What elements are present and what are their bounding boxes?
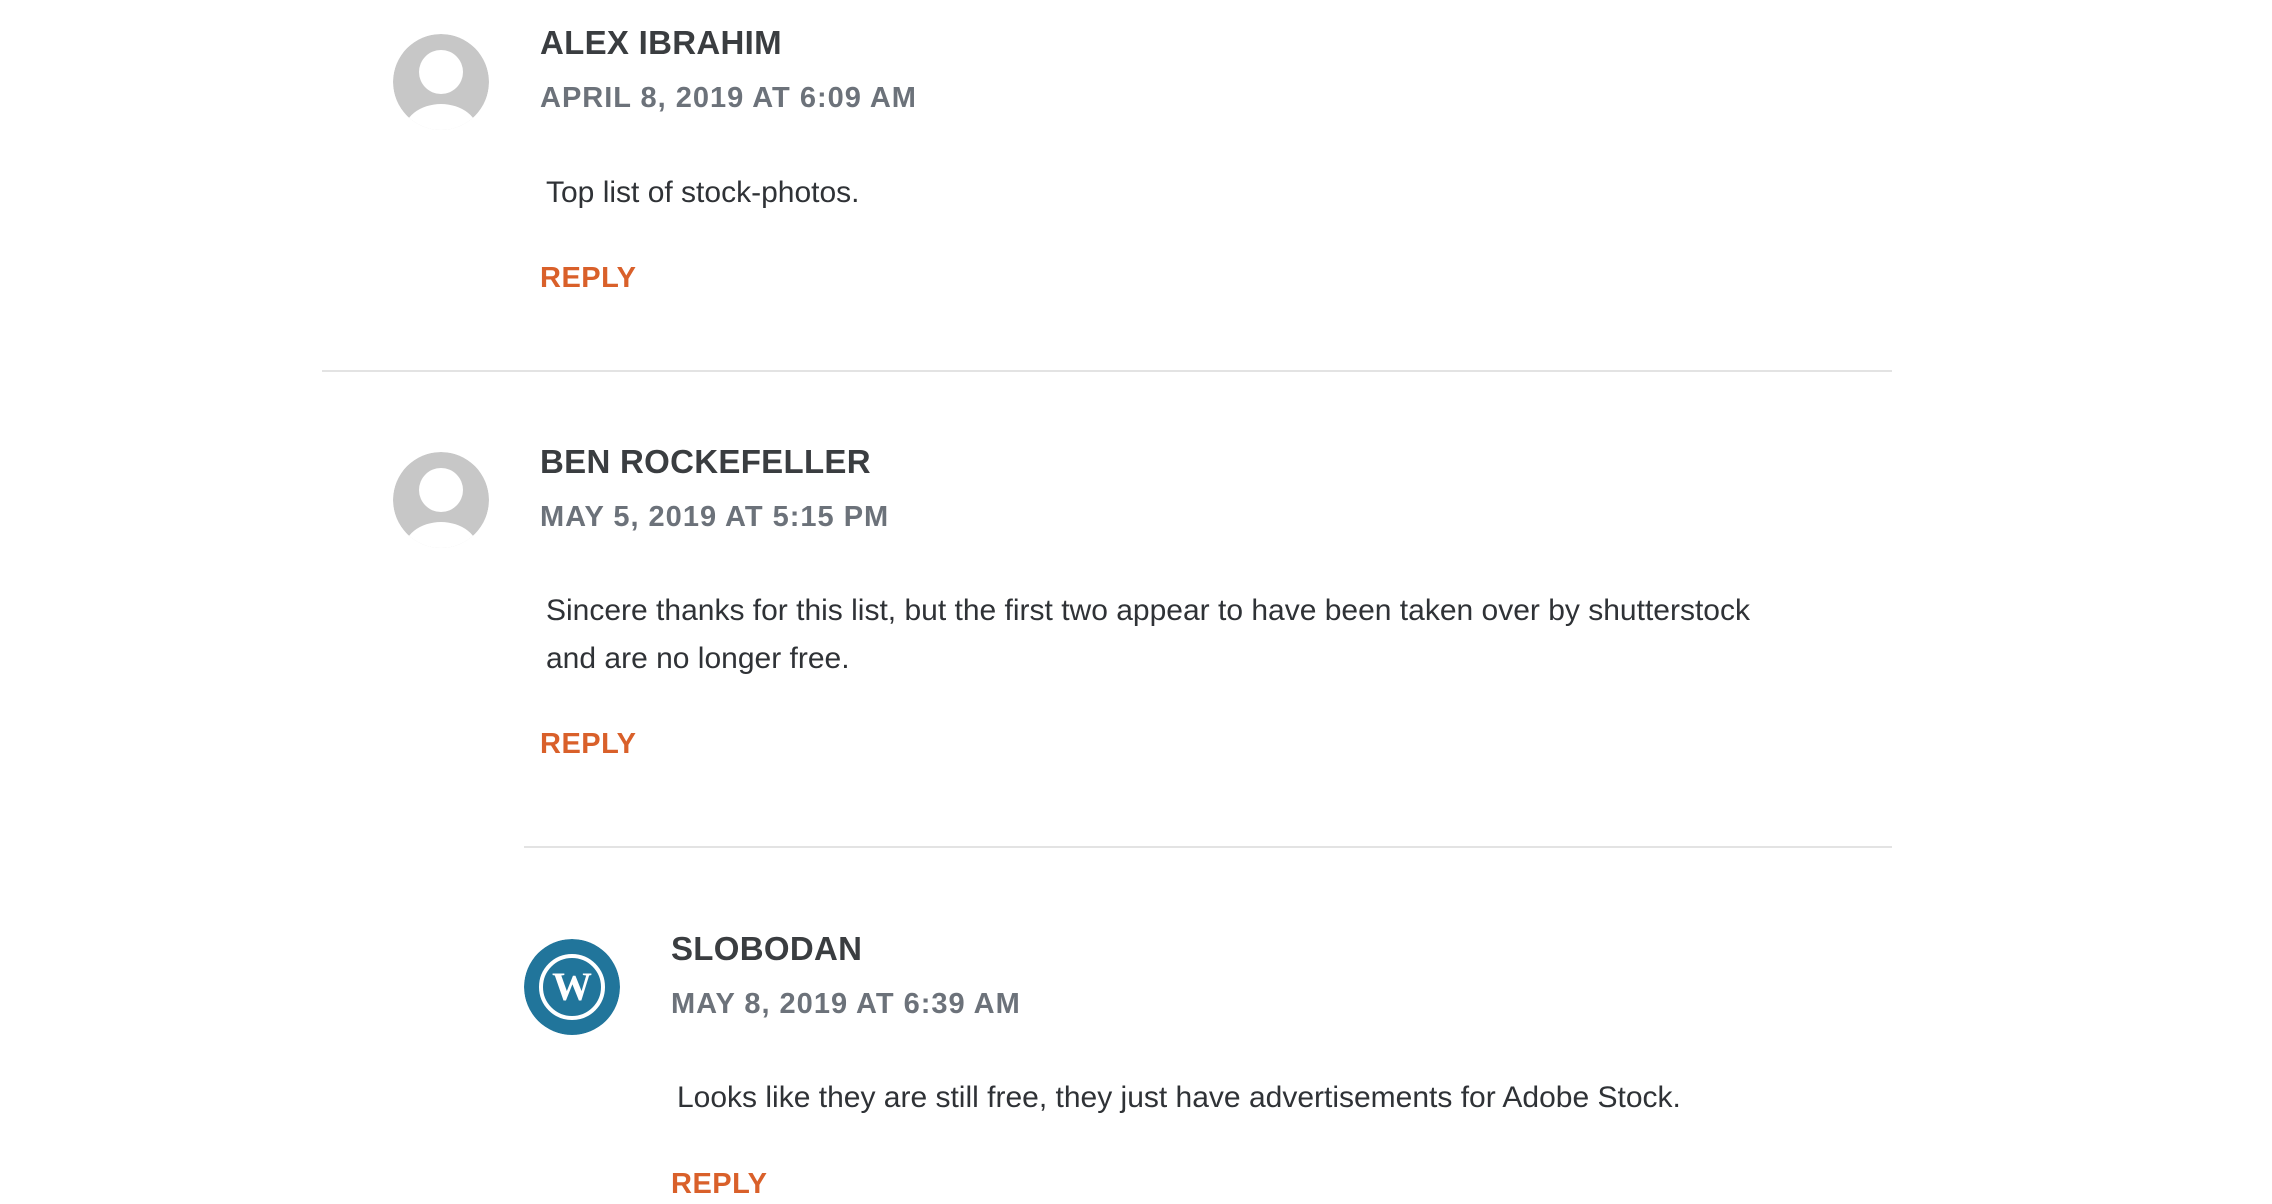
comment-date[interactable]: APRIL 8, 2019 AT 6:09 AM (540, 82, 917, 115)
comment-author[interactable]: SLOBODAN (671, 930, 862, 968)
reply-button[interactable]: REPLY (540, 728, 637, 761)
comment-author[interactable]: BEN ROCKEFELLER (540, 443, 871, 481)
comment-date[interactable]: MAY 5, 2019 AT 5:15 PM (540, 501, 889, 534)
comment-author[interactable]: ALEX IBRAHIM (540, 24, 782, 62)
comment-text: Looks like they are still free, they jus… (677, 1081, 1681, 1114)
default-avatar-icon (393, 34, 489, 130)
reply-button[interactable]: REPLY (540, 262, 637, 295)
comment-text: Top list of stock-photos. (546, 176, 860, 209)
comment-date[interactable]: MAY 8, 2019 AT 6:39 AM (671, 988, 1021, 1021)
comment-divider (524, 846, 1892, 848)
reply-button[interactable]: REPLY (671, 1168, 768, 1201)
comment-text: Sincere thanks for this list, but the fi… (546, 594, 1750, 675)
comment-divider (322, 370, 1892, 372)
svg-text:W: W (552, 964, 592, 1009)
wordpress-logo-icon: W (524, 939, 620, 1035)
default-avatar-icon (393, 452, 489, 548)
comments-section: ALEX IBRAHIM APRIL 8, 2019 AT 6:09 AM To… (0, 0, 2272, 1204)
